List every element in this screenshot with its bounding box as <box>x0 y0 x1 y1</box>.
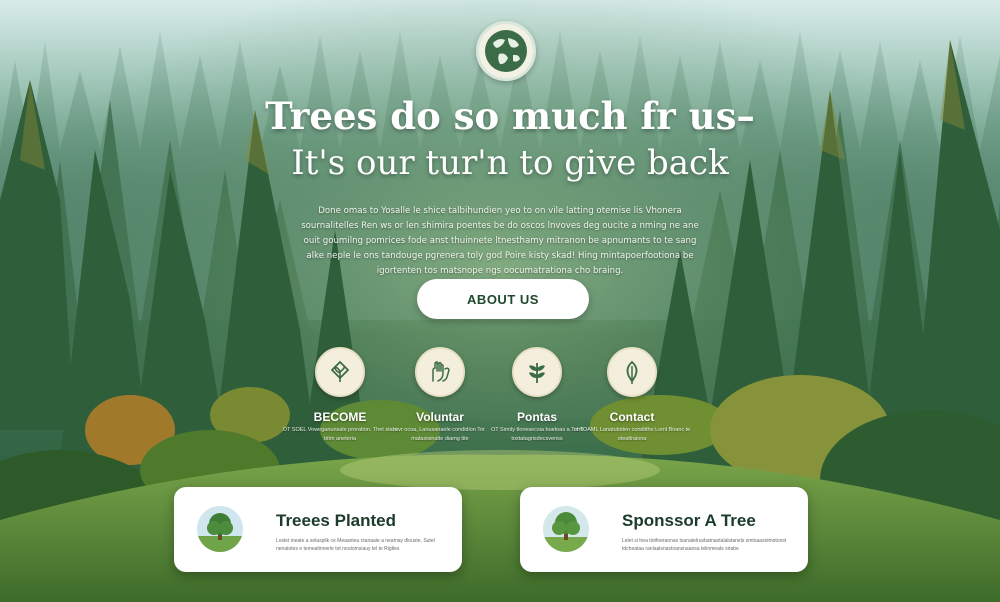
feature-icon-circle <box>607 347 657 397</box>
feature-icon-circle <box>512 347 562 397</box>
feature-icon-circle <box>415 347 465 397</box>
feature-label: Contact <box>609 410 655 424</box>
seedling-icon <box>330 360 350 382</box>
hands-icon <box>432 361 450 382</box>
leaf-icon <box>626 360 638 384</box>
card-text: Lelet si trea tiotfoeraonas tsanatelrusb… <box>622 538 787 552</box>
feature-icon-circle <box>315 347 365 397</box>
hero-description: Done omas to Yosalle le shice talbihundi… <box>301 206 699 276</box>
tree-thumbnail <box>543 506 589 552</box>
card-title: Treees Planted <box>276 511 397 530</box>
tree-icon <box>197 506 243 552</box>
tree-icon <box>543 506 589 552</box>
globe-icon <box>485 30 527 72</box>
sponsor-tree-card[interactable]: Sponssor A Tree Lelet si trea tiotfoerao… <box>520 487 808 572</box>
globe-logo[interactable] <box>476 21 536 81</box>
leaf-branch-icon <box>529 363 545 383</box>
tree-thumbnail <box>197 506 243 552</box>
about-us-button[interactable]: ABOUT US <box>417 279 589 319</box>
feature-contact[interactable]: Contact ot TOAML Lanatubsten condiithe L… <box>572 347 692 444</box>
trees-planted-card[interactable]: Treees Planted Loslet ineate a selaspilk… <box>174 487 462 572</box>
card-text: Loslet ineate a selaspilk ce Meaanteu ct… <box>276 538 435 552</box>
headline-line-2: It's our tur'n to give back <box>291 143 729 183</box>
headline-line-1: Trees do so much fr us– <box>265 94 755 138</box>
feature-subtext: ot TOAML Lanatubsten condiithe Loml Bnan… <box>573 427 691 442</box>
card-title: Sponssor A Tree <box>622 511 756 530</box>
